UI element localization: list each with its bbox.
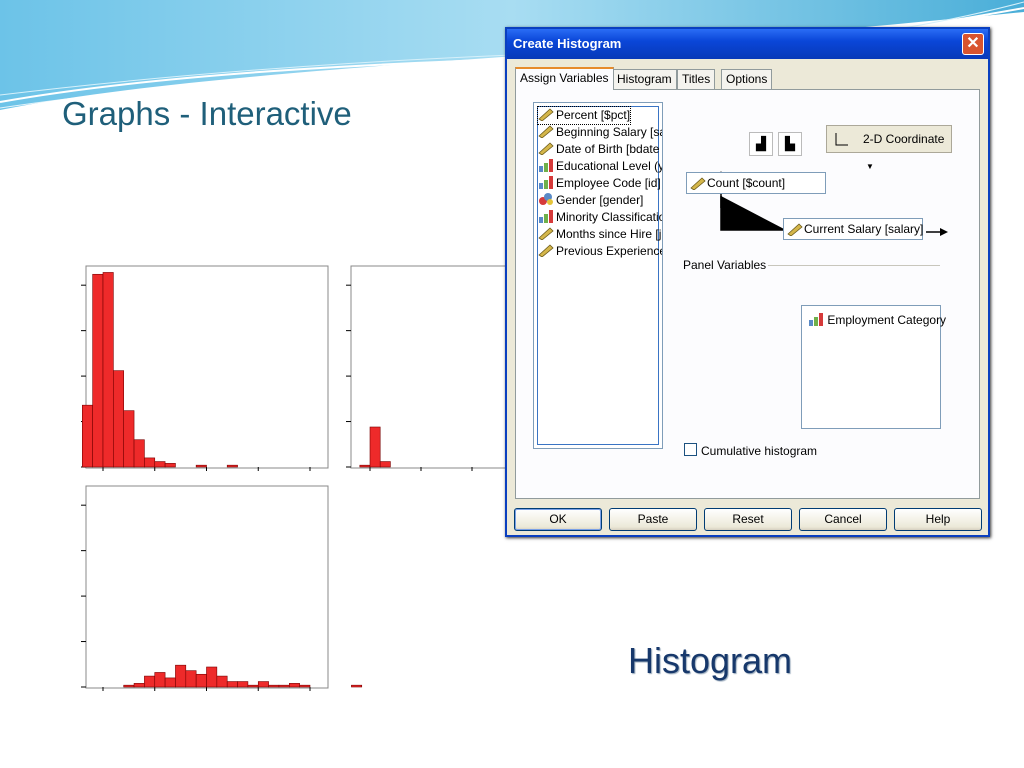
cumulative-checkbox[interactable]	[684, 443, 697, 456]
histogram-bar	[351, 684, 363, 688]
histogram-bar	[216, 675, 228, 688]
chart-frame	[85, 485, 329, 689]
scale-variable-icon	[690, 177, 706, 190]
scale-variable-icon	[787, 223, 803, 236]
histogram-bar	[164, 463, 176, 468]
tab-options[interactable]: Options	[721, 69, 773, 89]
ok-button[interactable]: OK	[514, 508, 602, 531]
histogram-bar	[268, 684, 280, 688]
histogram-bar	[369, 426, 381, 468]
histogram-bar	[133, 683, 145, 688]
tab-titles[interactable]: Titles	[677, 69, 716, 89]
histogram-bar	[123, 410, 135, 468]
ordinal-variable-icon	[809, 313, 823, 326]
x-axis-variable: Current Salary [salary]	[804, 222, 924, 236]
panel-variables-label: Panel Variables	[683, 258, 767, 272]
histogram-bar	[299, 684, 311, 688]
cancel-button[interactable]: Cancel	[799, 508, 887, 531]
histogram-bar	[123, 684, 135, 688]
help-button[interactable]: Help	[894, 508, 982, 531]
histogram-bar	[247, 684, 259, 688]
close-icon[interactable]: ✕	[962, 33, 984, 55]
histogram-bar	[237, 681, 249, 688]
panel-variable-label: Employment Category	[827, 313, 947, 327]
y-axis-variable: Count [$count]	[707, 176, 786, 190]
histogram-bar	[175, 664, 187, 688]
histogram-bar	[144, 675, 156, 688]
histogram-bar	[144, 457, 156, 468]
create-histogram-dialog: Create Histogram ✕ Assign Variables Hist…	[505, 27, 990, 537]
dialog-title: Create Histogram	[513, 36, 622, 51]
paste-button[interactable]: Paste	[609, 508, 697, 531]
histogram-bar	[359, 464, 371, 468]
histogram-bar	[206, 666, 218, 688]
histogram-bar	[92, 273, 104, 468]
histogram-bar	[164, 677, 176, 688]
assign-variables-panel: Percent [$pct] Beginning Salary [sa Date o…	[515, 89, 980, 499]
tab-assign-variables[interactable]: Assign Variables	[515, 67, 614, 90]
histogram-bar	[154, 672, 166, 688]
histogram-bar	[102, 272, 114, 468]
x-axis-field[interactable]: Current Salary [salary]	[783, 218, 923, 240]
histogram-bar	[133, 439, 145, 468]
y-axis-field[interactable]: Count [$count]	[686, 172, 826, 194]
panel-variables-box[interactable]: Employment Category	[801, 305, 946, 429]
histogram-bar	[113, 370, 124, 468]
histogram-bar	[154, 461, 166, 468]
histogram-bar	[82, 404, 93, 468]
tab-histogram[interactable]: Histogram	[612, 69, 677, 89]
cumulative-label: Cumulative histogram	[701, 444, 818, 458]
histogram-bar	[195, 673, 207, 688]
reset-button[interactable]: Reset	[704, 508, 792, 531]
panel-variable-item[interactable]: Employment Category	[808, 312, 946, 327]
histogram-bar	[226, 681, 238, 688]
histogram-bar	[278, 684, 290, 688]
histogram-bar	[379, 461, 391, 468]
dialog-titlebar: Create Histogram ✕	[507, 29, 988, 59]
divider	[768, 265, 940, 266]
histogram-bar	[185, 670, 197, 688]
histogram-bar	[288, 683, 300, 688]
histogram-bar	[195, 464, 207, 468]
histogram-bar	[226, 464, 238, 468]
histogram-bar	[257, 681, 269, 688]
